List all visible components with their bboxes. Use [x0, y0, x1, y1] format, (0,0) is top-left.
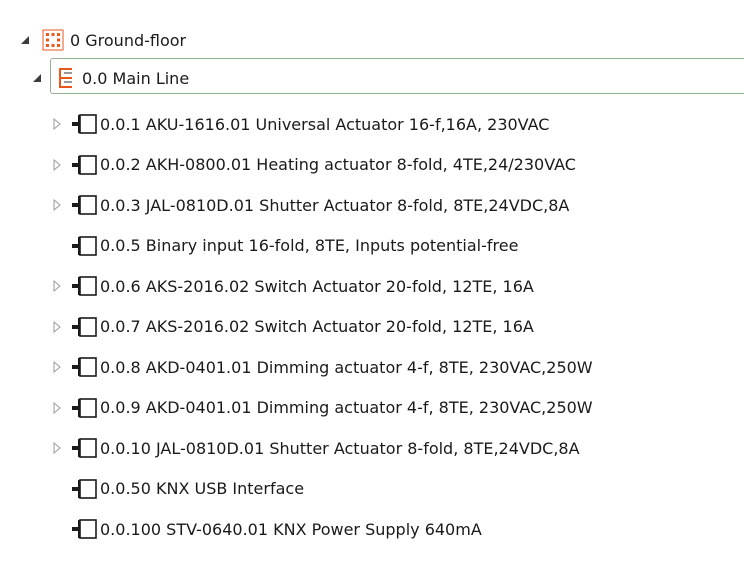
expand-arrow-icon[interactable]	[50, 360, 64, 374]
tree-node-device[interactable]: 0.0.9 AKD-0401.01 Dimming actuator 4-f, …	[50, 388, 593, 428]
device-icon	[72, 477, 98, 501]
device-icon	[72, 112, 98, 136]
device-icon	[72, 355, 98, 379]
tree-node-label: 0.0.6 AKS-2016.02 Switch Actuator 20-fol…	[100, 276, 534, 296]
device-icon	[72, 315, 98, 339]
tree-node-label: 0.0.9 AKD-0401.01 Dimming actuator 4-f, …	[100, 398, 593, 417]
device-icon	[72, 274, 98, 298]
tree-node-label: 0 Ground-floor	[70, 30, 187, 50]
no-expand-spacer	[50, 522, 64, 536]
tree-node-device[interactable]: 0.0.5 Binary input 16-fold, 8TE, Inputs …	[50, 226, 518, 266]
expand-arrow-icon[interactable]	[50, 279, 64, 293]
tree-node-label: 0.0.1 AKU-1616.01 Universal Actuator 16-…	[100, 114, 550, 134]
expand-arrow-icon[interactable]	[50, 401, 64, 415]
tree-node-label: 0.0.5 Binary input 16-fold, 8TE, Inputs …	[100, 236, 519, 255]
device-icon	[72, 436, 98, 460]
expand-arrow-icon[interactable]	[50, 198, 64, 212]
tree-node-device[interactable]: 0.0.2 AKH-0800.01 Heating actuator 8-fol…	[50, 145, 576, 185]
tree-node-label: 0.0.8 AKD-0401.01 Dimming actuator 4-f, …	[100, 357, 593, 377]
no-expand-spacer	[50, 239, 64, 253]
collapse-arrow-icon[interactable]	[18, 33, 32, 47]
device-icon	[72, 193, 98, 217]
collapse-arrow-icon[interactable]	[30, 71, 44, 85]
tree-node-label: 0.0 Main Line	[82, 68, 190, 88]
tree-node-device[interactable]: 0.0.3 JAL-0810D.01 Shutter Actuator 8-fo…	[50, 185, 569, 225]
expand-arrow-icon[interactable]	[50, 441, 64, 455]
tree-node-label: 0.0.3 JAL-0810D.01 Shutter Actuator 8-fo…	[100, 195, 570, 215]
device-icon	[72, 396, 98, 420]
device-icon	[72, 234, 98, 258]
tree-node-device[interactable]: 0.0.50 KNX USB Interface	[50, 469, 304, 509]
expand-arrow-icon[interactable]	[50, 117, 64, 131]
floor-grid-icon	[42, 29, 64, 51]
tree-node-main-line[interactable]: 0.0 Main Line	[30, 58, 189, 98]
tree-node-label: 0.0.2 AKH-0800.01 Heating actuator 8-fol…	[100, 155, 576, 174]
device-icon	[72, 517, 98, 541]
tree-node-device[interactable]: 0.0.8 AKD-0401.01 Dimming actuator 4-f, …	[50, 347, 593, 387]
tree-node-label: 0.0.100 STV-0640.01 KNX Power Supply 640…	[100, 519, 482, 539]
tree-node-device[interactable]: 0.0.7 AKS-2016.02 Switch Actuator 20-fol…	[50, 307, 534, 347]
tree-node-device[interactable]: 0.0.10 JAL-0810D.01 Shutter Actuator 8-f…	[50, 428, 580, 468]
expand-arrow-icon[interactable]	[50, 158, 64, 172]
top-cutoff-text	[0, 0, 744, 20]
tree-node-label: 0.0.10 JAL-0810D.01 Shutter Actuator 8-f…	[100, 438, 580, 458]
tree-node-device[interactable]: 0.0.100 STV-0640.01 KNX Power Supply 640…	[50, 509, 482, 549]
tree-node-ground-floor[interactable]: 0 Ground-floor	[18, 20, 186, 60]
tree-node-device[interactable]: 0.0.1 AKU-1616.01 Universal Actuator 16-…	[50, 104, 549, 144]
tree-node-label: 0.0.50 KNX USB Interface	[100, 479, 305, 498]
expand-arrow-icon[interactable]	[50, 320, 64, 334]
device-icon	[72, 153, 98, 177]
tree-node-label: 0.0.7 AKS-2016.02 Switch Actuator 20-fol…	[100, 317, 534, 336]
no-expand-spacer	[50, 482, 64, 496]
tree-node-device[interactable]: 0.0.6 AKS-2016.02 Switch Actuator 20-fol…	[50, 266, 534, 306]
line-tree-icon	[58, 67, 74, 89]
